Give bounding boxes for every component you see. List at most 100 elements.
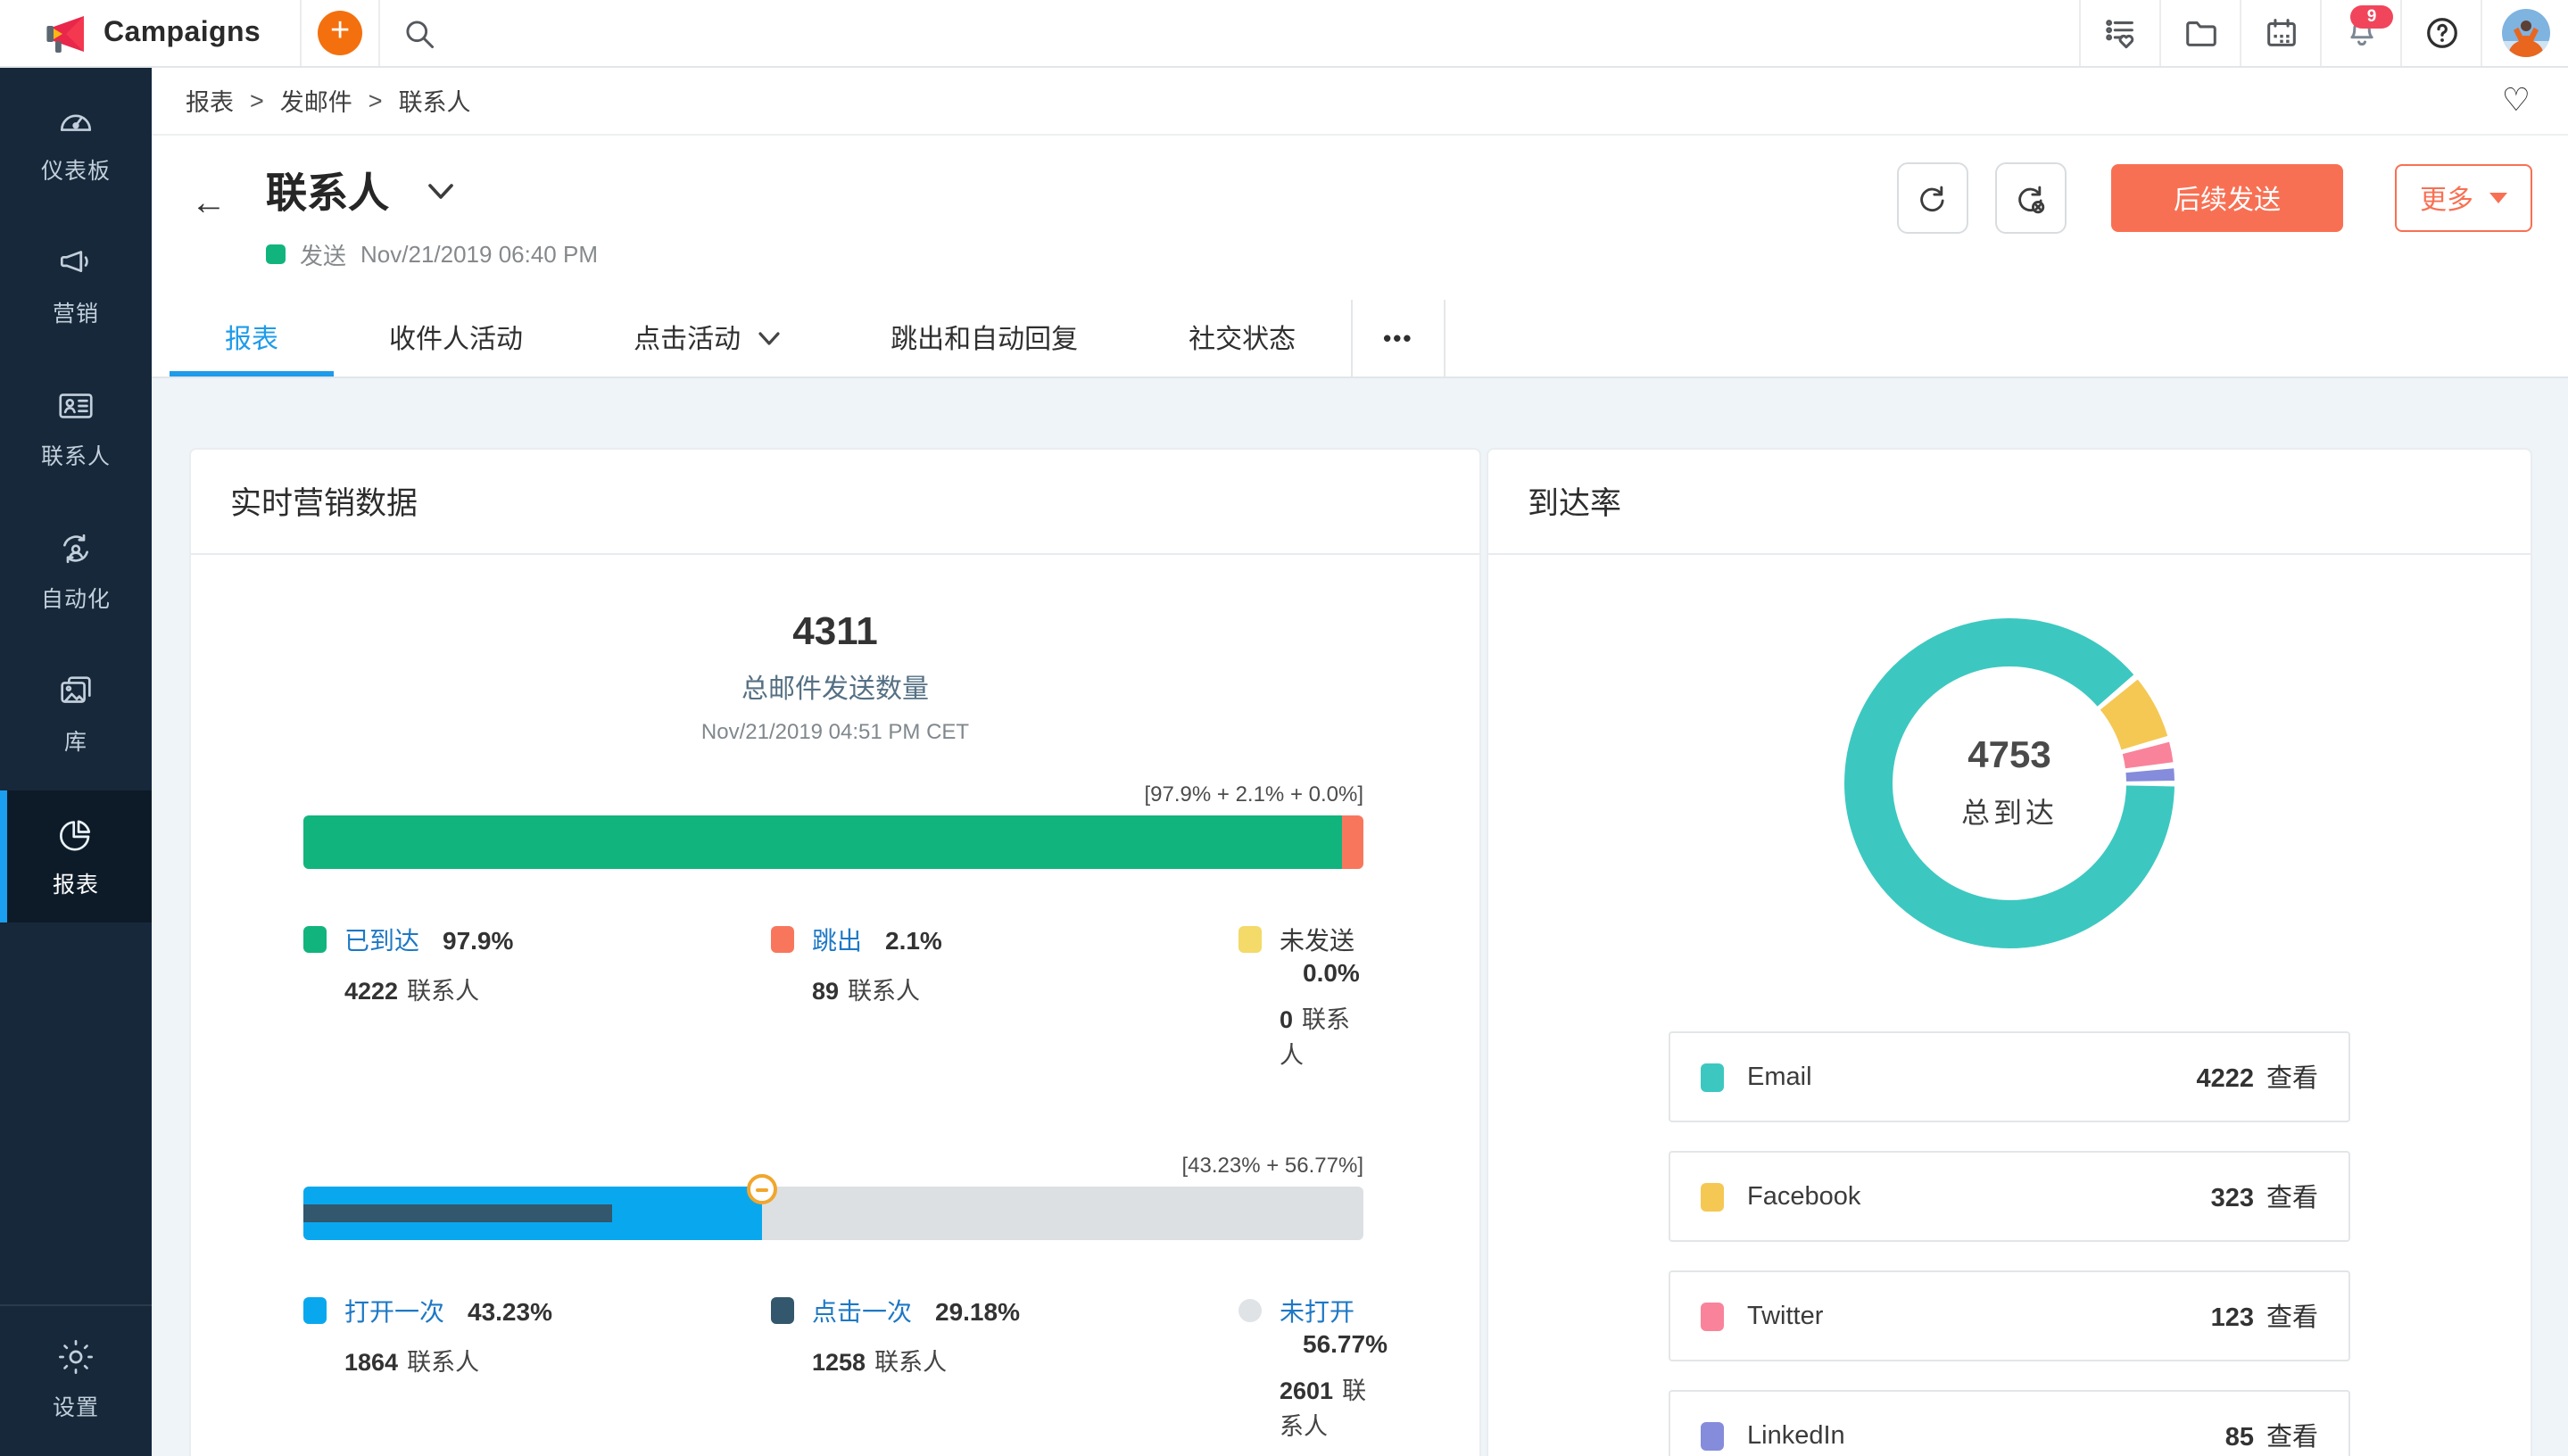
calendar-button[interactable] [2240,0,2320,66]
legend-percent: 97.9% [443,926,513,955]
legend-percent: 43.23% [468,1297,552,1326]
plus-icon: + [318,11,362,55]
legend-text: 未发送0.0%0联系人 [1280,922,1363,1071]
app-window: Campaigns + 9 [0,0,2568,1456]
tab-label: 收件人活动 [389,319,523,357]
total-sent-label: 总邮件发送数量 [191,669,1479,707]
legend-label-未打开[interactable]: 未打开 [1280,1297,1354,1326]
delivery-panel: 到达率 4753 总到达 Email4222查看Facebook323查看Twi… [1487,448,2532,1456]
open-click-legend: 打开一次43.23%1864联系人点击一次29.18%1258联系人未打开56.… [303,1294,1363,1442]
sidebar-item-label: 联系人 [41,437,111,471]
legend-item-点击一次: 点击一次29.18%1258联系人 [771,1294,1238,1442]
app-logo[interactable]: Campaigns [0,0,300,66]
sidebar-item-label: 营销 [53,294,99,328]
chevron-down-icon [758,331,780,345]
legend-count-line: 0联系人 [1280,999,1363,1071]
sidebar-item-联系人[interactable]: 联系人 [0,362,152,494]
legend-text: 已到达 97.9% 4222联系人 [344,922,513,1006]
help-icon [2423,14,2460,52]
legend-marker [1238,926,1262,953]
legend-count-line: 4222联系人 [344,971,513,1006]
refresh-icon [1916,181,1950,215]
page-title: 联系人 [266,159,389,219]
folders-button[interactable] [2159,0,2240,66]
legend-label-打开一次[interactable]: 打开一次 [344,1297,444,1326]
view-link[interactable]: 查看 [2266,1424,2318,1452]
delivery-donut-chart: 4753 总到达 [1488,617,2531,949]
view-link[interactable]: 查看 [2266,1065,2318,1094]
bar-segment-已到达 [303,815,1341,869]
channel-color-marker [1701,1063,1724,1091]
view-link[interactable]: 查看 [2266,1304,2318,1333]
sent-date: Nov/21/2019 06:40 PM [360,241,598,268]
legend-line1: 打开一次 43.23% [344,1294,552,1329]
notifications-button[interactable]: 9 [2320,0,2400,66]
sidebar-item-营销[interactable]: 营销 [0,219,152,352]
open-click-bar [303,1187,1363,1240]
megaphone-logo-icon [41,12,87,54]
legend-item-打开一次: 打开一次 43.23% 1864 联系人 [303,1294,771,1442]
marketing-icon [55,243,96,284]
channel-name: Facebook [1747,1182,1860,1211]
breadcrumb: 报表 > 发邮件 > 联系人 ♡ [152,66,2568,136]
breadcrumb-separator: > [369,87,383,113]
automation-icon [55,528,96,569]
contacts-icon [55,385,96,426]
contacts-word: 联系人 [407,1349,479,1376]
favorite-heart-icon[interactable]: ♡ [2502,84,2531,116]
unsubscribe-marker-icon [747,1174,777,1204]
legend-text: 打开一次 43.23% 1864 联系人 [344,1294,552,1377]
create-button[interactable]: + [300,0,378,66]
followup-send-button[interactable]: 后续发送 [2111,164,2343,232]
sidebar-item-label: 库 [64,723,87,757]
cancel-refresh-button[interactable] [1995,162,2067,234]
breadcrumb-item-email[interactable]: 发邮件 [280,82,352,118]
contacts-word: 联系人 [874,1349,947,1376]
donut-center: 4753 总到达 [1843,617,2175,949]
channel-color-marker [1701,1421,1724,1450]
sidebar-item-库[interactable]: 库 [0,648,152,780]
favorites-list-button[interactable] [2079,0,2159,66]
legend-item-未打开: 未打开56.77%2601联系人 [1238,1294,1388,1442]
breadcrumb-item-reports[interactable]: 报表 [186,82,234,118]
tabs-more-button[interactable]: ••• [1351,300,1445,376]
more-button[interactable]: 更多 [2395,164,2532,232]
channel-stats: 123查看 [2211,1297,2318,1335]
legend-text: 跳出2.1%89联系人 [812,922,942,1006]
sidebar-item-settings[interactable]: 设置 [0,1313,152,1445]
search-button[interactable] [378,0,457,66]
legend-label-点击一次[interactable]: 点击一次 [812,1297,912,1326]
sidebar-item-label: 报表 [53,865,99,899]
tab-社交状态[interactable]: 社交状态 [1133,300,1351,376]
sidebar-item-报表[interactable]: 报表 [0,790,152,922]
refresh-button[interactable] [1897,162,1968,234]
title-chevron-down-icon[interactable] [429,177,454,209]
legend-label-未发送: 未发送 [1280,926,1354,955]
legend-label-已到达[interactable]: 已到达 [344,926,419,955]
tab-收件人活动[interactable]: 收件人活动 [334,300,578,376]
legend-marker [303,1297,327,1324]
view-link[interactable]: 查看 [2266,1185,2318,1213]
donut-total-value: 4753 [1967,735,2050,778]
channel-name: Email [1747,1063,1812,1091]
channel-name: LinkedIn [1747,1421,1845,1450]
channel-color-marker [1701,1302,1724,1330]
tab-label: 跳出和自动回复 [891,319,1078,357]
back-arrow-icon[interactable]: ← [191,186,227,221]
help-button[interactable] [2400,0,2481,66]
sidebar-item-自动化[interactable]: 自动化 [0,505,152,637]
user-menu[interactable] [2481,0,2568,66]
tab-报表[interactable]: 报表 [170,300,334,376]
sidebar-item-label: 设置 [53,1388,99,1422]
calendar-icon [2262,14,2299,52]
tab-跳出和自动回复[interactable]: 跳出和自动回复 [835,300,1133,376]
legend-label-跳出[interactable]: 跳出 [812,926,862,955]
legend-count: 1864 [344,1349,398,1376]
channel-row-Email: Email4222查看 [1669,1031,2350,1122]
legend-item-跳出: 跳出2.1%89联系人 [771,922,1238,1071]
sent-status-dot [266,244,286,264]
sidebar-item-仪表板[interactable]: 仪表板 [0,77,152,209]
tab-点击活动[interactable]: 点击活动 [578,300,835,376]
legend-line1: 跳出2.1% [812,922,942,958]
legend-marker [771,1297,794,1324]
